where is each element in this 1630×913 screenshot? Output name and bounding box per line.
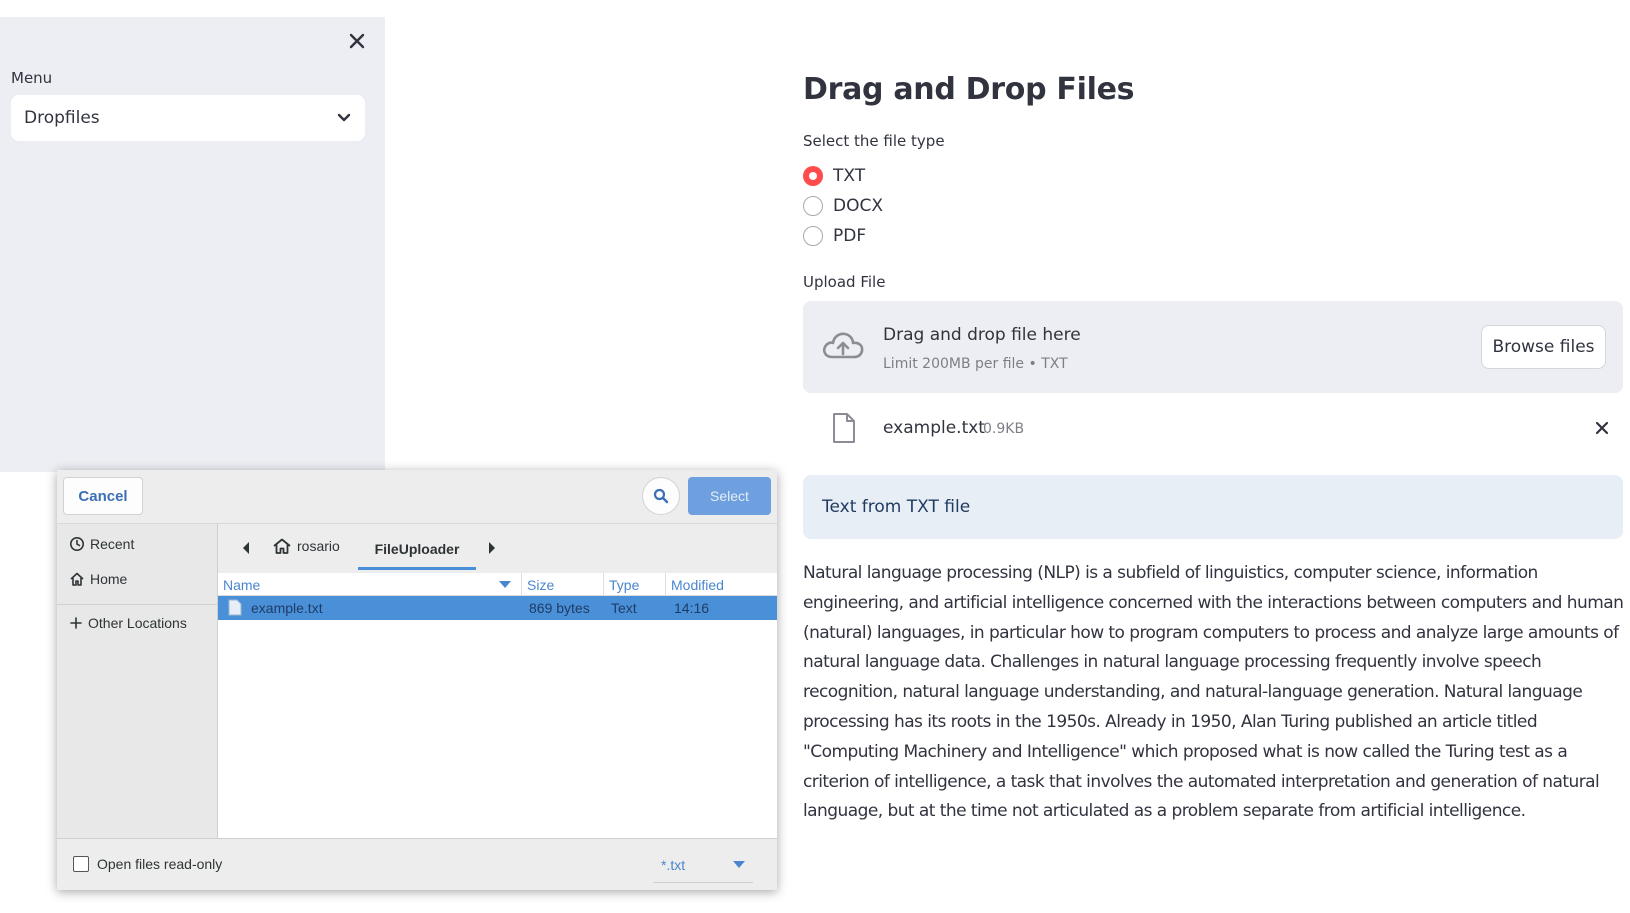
places-sidebar: Recent Home Other Locations — [57, 523, 218, 838]
file-filter-select[interactable]: *.txt — [653, 847, 753, 883]
home-icon — [273, 538, 291, 554]
column-name[interactable]: Name — [218, 573, 522, 596]
close-icon — [349, 33, 365, 49]
filter-value: *.txt — [661, 856, 686, 873]
radio-label: PDF — [833, 226, 867, 246]
home-icon — [70, 572, 84, 586]
checkbox[interactable] — [73, 856, 89, 872]
filetype-label: Select the file type — [803, 132, 945, 150]
plus-icon — [70, 617, 82, 629]
file-row-type: Text — [611, 600, 637, 616]
uploaded-file-row: example.txt 0.9KB — [803, 408, 1623, 448]
radio-option-docx[interactable]: DOCX — [803, 196, 883, 216]
file-chooser-dialog: Cancel Select Recent Home Other Location… — [57, 470, 777, 890]
place-home[interactable]: Home — [69, 571, 127, 587]
place-other-locations[interactable]: Other Locations — [69, 615, 187, 631]
info-text: Text from TXT file — [822, 497, 971, 517]
open-readonly-checkbox[interactable]: Open files read-only — [73, 856, 222, 872]
breadcrumb-home[interactable]: rosario — [273, 538, 340, 554]
menu-select[interactable]: Dropfiles — [11, 95, 365, 141]
chevron-left-icon — [243, 542, 249, 554]
column-label: Name — [223, 576, 261, 593]
cancel-button[interactable]: Cancel — [63, 477, 143, 515]
path-back-button[interactable] — [236, 538, 256, 558]
info-box: Text from TXT file — [803, 475, 1623, 539]
text-file-icon — [228, 599, 242, 616]
sidebar: Menu Dropfiles — [0, 17, 385, 472]
file-row-name: example.txt — [251, 600, 323, 616]
menu-label: Menu — [11, 69, 53, 87]
path-forward-button[interactable] — [482, 538, 502, 558]
column-label: Type — [609, 576, 640, 593]
cloud-upload-icon — [822, 332, 864, 359]
breadcrumb-current[interactable]: FileUploader — [358, 531, 476, 570]
file-list-header: Name Size Type Modified — [218, 573, 777, 596]
file-row-size: 869 bytes — [529, 600, 590, 616]
place-recent[interactable]: Recent — [69, 536, 134, 552]
column-label: Modified — [671, 576, 724, 593]
dropzone-subtitle: Limit 200MB per file • TXT — [883, 356, 1068, 372]
browse-files-button[interactable]: Browse files — [1481, 325, 1606, 369]
close-icon — [1595, 421, 1609, 435]
column-modified[interactable]: Modified — [666, 573, 777, 596]
search-icon — [653, 488, 669, 504]
dropzone-title: Drag and drop file here — [883, 325, 1081, 345]
checkbox-label: Open files read-only — [97, 856, 223, 872]
column-size[interactable]: Size — [522, 573, 604, 596]
place-label: Other Locations — [88, 615, 187, 631]
search-button[interactable] — [642, 477, 680, 515]
remove-file-button[interactable] — [1590, 416, 1614, 440]
file-icon — [833, 413, 855, 443]
file-list: Name Size Type Modified example.txt 869 … — [218, 573, 777, 838]
menu-select-value: Dropfiles — [24, 108, 100, 128]
file-list-row[interactable]: example.txt 869 bytes Text 14:16 — [218, 596, 777, 620]
file-dropzone[interactable]: Drag and drop file here Limit 200MB per … — [803, 301, 1623, 393]
uploaded-file-size: 0.9KB — [983, 421, 1025, 437]
chevron-right-icon — [489, 542, 495, 554]
breadcrumb-home-label: rosario — [297, 538, 340, 554]
radio-button-checked[interactable] — [803, 166, 823, 186]
radio-label: TXT — [833, 166, 866, 186]
radio-option-pdf[interactable]: PDF — [803, 226, 866, 246]
upload-label: Upload File — [803, 273, 886, 291]
column-type[interactable]: Type — [604, 573, 666, 596]
place-label: Recent — [90, 536, 135, 552]
file-row-modified: 14:16 — [674, 600, 710, 616]
uploaded-file-name: example.txt — [883, 418, 985, 438]
clock-icon — [70, 537, 84, 551]
sort-down-icon — [499, 580, 511, 588]
chevron-down-icon — [337, 113, 351, 122]
path-bar: rosario FileUploader — [218, 523, 777, 573]
places-divider — [57, 604, 217, 605]
radio-button[interactable] — [803, 196, 823, 216]
file-content-text: Natural language processing (NLP) is a s… — [803, 563, 1624, 822]
chevron-down-icon — [733, 860, 745, 868]
sidebar-close-button[interactable] — [343, 27, 371, 55]
select-button[interactable]: Select — [688, 477, 771, 515]
dialog-footer: Open files read-only *.txt — [57, 838, 777, 890]
place-label: Home — [90, 571, 128, 587]
column-label: Size — [527, 576, 555, 593]
radio-option-txt[interactable]: TXT — [803, 166, 865, 186]
radio-label: DOCX — [833, 196, 883, 216]
page-title: Drag and Drop Files — [803, 72, 1135, 107]
radio-button[interactable] — [803, 226, 823, 246]
